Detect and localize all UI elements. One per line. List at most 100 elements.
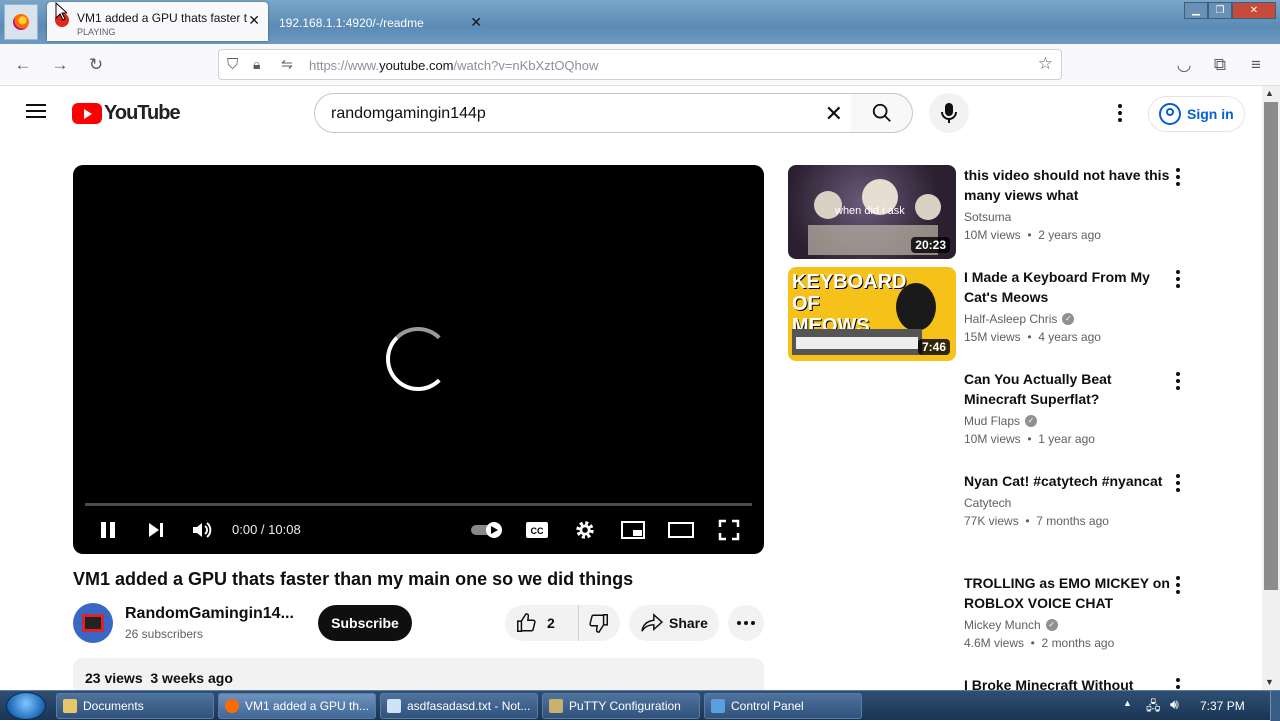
back-icon[interactable]: ← [10, 53, 36, 77]
rec-more-icon[interactable] [1172, 269, 1184, 289]
taskbar: Documents VM1 added a GPU th... asdfasad… [0, 690, 1280, 721]
rec-channel[interactable]: Half-Asleep Chris ✓ [964, 312, 1075, 326]
rec-title[interactable]: Nyan Cat! #catytech #nyancat [964, 471, 1170, 491]
rec-more-icon[interactable] [1172, 371, 1184, 391]
clock[interactable]: 7:37 PM [1200, 699, 1245, 713]
pause-button[interactable] [95, 517, 121, 543]
more-actions-button[interactable] [728, 605, 764, 641]
taskbar-item-control-panel[interactable]: Control Panel [704, 693, 862, 719]
browser-tab-active[interactable]: VM1 added a GPU thats faster than my mai… [47, 2, 268, 41]
scroll-down-icon[interactable]: ▼ [1265, 677, 1274, 687]
reload-icon[interactable]: ↻ [83, 53, 109, 77]
youtube-header: YouTube randomgamingin144p ✕ Sign in [0, 86, 1262, 142]
app-menu-icon[interactable]: ≡ [1243, 53, 1269, 77]
thumbs-up-icon [517, 613, 536, 632]
taskbar-item-label: asdfasadasd.txt - Not... [407, 699, 531, 713]
guide-menu-icon[interactable] [26, 104, 46, 118]
maximize-window-button[interactable]: ❐ [1208, 2, 1232, 19]
rec-title[interactable]: this video should not have this many vie… [964, 165, 1170, 205]
scrollbar-thumb[interactable] [1264, 102, 1278, 590]
next-icon [149, 523, 163, 537]
like-button[interactable]: 2 [505, 605, 579, 641]
forward-icon[interactable]: → [47, 53, 73, 77]
browser-tab-readme[interactable]: 192.168.1.1:4920/-/readme ✕ [270, 2, 490, 41]
close-tab-icon[interactable]: ✕ [248, 12, 260, 29]
taskbar-item-label: VM1 added a GPU th... [245, 699, 370, 713]
youtube-logo-text[interactable]: YouTube [104, 102, 181, 125]
search-button[interactable] [851, 93, 913, 133]
lock-icon[interactable]: 🔒︎ [253, 56, 260, 73]
pocket-icon[interactable]: ◡ [1171, 53, 1197, 77]
rec-meta: 15M views • 4 years ago [964, 330, 1101, 344]
shield-icon[interactable]: ⛉ [227, 56, 238, 73]
scroll-up-icon[interactable]: ▲ [1265, 88, 1274, 98]
like-count: 2 [547, 615, 555, 631]
youtube-logo-icon[interactable] [72, 103, 102, 124]
close-window-button[interactable]: ✕ [1232, 2, 1276, 19]
channel-avatar[interactable] [73, 603, 113, 643]
rec-thumbnail[interactable]: KEYBOARD OF MEOWS 7:46 [788, 267, 956, 361]
account-icon [1159, 103, 1181, 125]
show-hidden-icons-icon[interactable]: ▲ [1123, 698, 1132, 708]
video-player[interactable]: 0:00 / 10:08 CC [73, 165, 764, 554]
extensions-icon[interactable]: ⧉ [1207, 53, 1233, 77]
taskbar-item-firefox[interactable]: VM1 added a GPU th... [218, 693, 376, 719]
dislike-button[interactable] [579, 605, 619, 641]
rec-more-icon[interactable] [1172, 677, 1184, 690]
network-icon[interactable]: 🖧︎ [1146, 697, 1161, 719]
taskbar-item-notepad[interactable]: asdfasadasd.txt - Not... [380, 693, 538, 719]
taskbar-item-putty[interactable]: PuTTY Configuration [542, 693, 700, 719]
rec-channel[interactable]: Catytech [964, 496, 1011, 510]
minimize-window-button[interactable]: ▁ [1184, 2, 1208, 19]
sign-in-button[interactable]: Sign in [1148, 96, 1245, 132]
theater-mode-button[interactable] [667, 517, 695, 543]
firefox-icon [225, 699, 239, 713]
rec-more-icon[interactable] [1172, 167, 1184, 187]
fullscreen-button[interactable] [715, 517, 743, 543]
url-bar[interactable]: ⛉ 🔒︎ ⇋ https://www.youtube.com/watch?v=n… [218, 49, 1062, 80]
captions-button[interactable]: CC [523, 517, 551, 543]
svg-text:CC: CC [531, 526, 544, 536]
bookmark-star-icon[interactable]: ☆ [1038, 54, 1053, 74]
rec-more-icon[interactable] [1172, 473, 1184, 493]
miniplayer-button[interactable] [619, 517, 647, 543]
channel-name[interactable]: RandomGamingin14... [125, 605, 294, 623]
rec-title[interactable]: TROLLING as EMO MICKEY on ROBLOX VOICE C… [964, 573, 1170, 613]
search-icon [872, 103, 891, 122]
settings-more-icon[interactable] [1110, 100, 1130, 126]
share-button[interactable]: Share [629, 605, 719, 641]
time-display: 0:00 / 10:08 [232, 522, 301, 537]
progress-bar[interactable] [85, 503, 752, 506]
rec-channel-name: Mickey Munch [964, 618, 1041, 632]
subscribe-button[interactable]: Subscribe [318, 605, 412, 641]
autoplay-toggle[interactable] [469, 517, 505, 543]
volume-tray-icon[interactable]: 🔊︎ [1170, 696, 1179, 713]
show-desktop-button[interactable] [1270, 691, 1280, 721]
next-button[interactable] [143, 517, 169, 543]
rec-title[interactable]: Can You Actually Beat Minecraft Superfla… [964, 369, 1170, 409]
pause-icon [101, 522, 115, 538]
rec-channel[interactable]: Sotsuma [964, 210, 1011, 224]
theater-mode-icon [668, 522, 694, 538]
rec-channel[interactable]: Mud Flaps ✓ [964, 414, 1038, 428]
firefox-menu-button[interactable] [4, 4, 38, 40]
rec-title[interactable]: I Made a Keyboard From My Cat's Meows [964, 267, 1170, 307]
loading-spinner-icon [386, 327, 450, 391]
close-tab-icon[interactable]: ✕ [470, 14, 482, 31]
taskbar-item-documents[interactable]: Documents [56, 693, 214, 719]
voice-search-button[interactable] [929, 93, 969, 133]
rec-thumbnail[interactable]: when did i ask 20:23 [788, 165, 956, 259]
rec-title[interactable]: I Broke Minecraft Without [964, 675, 1170, 690]
search-input[interactable]: randomgamingin144p ✕ [314, 93, 852, 133]
rec-more-icon[interactable] [1172, 575, 1184, 595]
tab-title: 192.168.1.1:4920/-/readme [279, 16, 424, 30]
mute-button[interactable] [189, 517, 215, 543]
rec-channel[interactable]: Mickey Munch ✓ [964, 618, 1058, 632]
captions-icon: CC [526, 522, 548, 538]
firefox-icon [13, 14, 29, 30]
url-text: https://www.youtube.com/watch?v=nKbXztOQ… [309, 58, 598, 73]
start-button[interactable] [6, 692, 46, 720]
clear-search-icon[interactable]: ✕ [825, 101, 843, 127]
settings-button[interactable] [571, 517, 599, 543]
permissions-icon[interactable]: ⇋ [281, 56, 293, 73]
